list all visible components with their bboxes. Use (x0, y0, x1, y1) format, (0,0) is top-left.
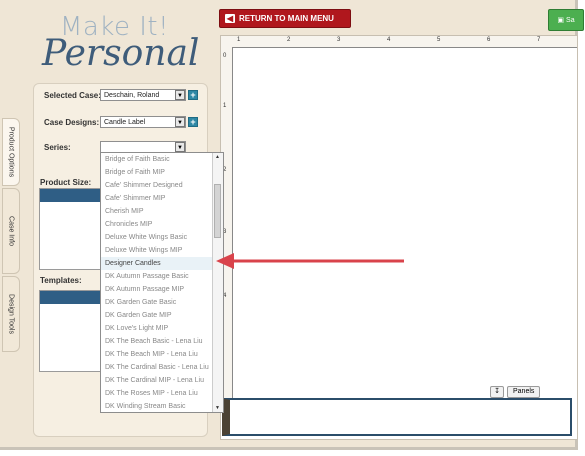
ruler-number: 1 (237, 37, 241, 43)
ruler-number: 7 (537, 37, 541, 43)
series-dropdown-list[interactable]: Bridge of Faith Basic Bridge of Faith MIP… (100, 152, 224, 413)
product-size-label: Product Size: (40, 178, 92, 187)
series-option[interactable]: DK Autumn Passage Basic (101, 270, 223, 283)
tab-label: Case Info (7, 216, 15, 246)
design-canvas[interactable]: 1 2 3 4 5 6 7 0 1 2 3 4 (220, 35, 578, 440)
tab-label: Product Options (7, 126, 15, 178)
series-option[interactable]: DK The Beach Basic - Lena Liu (101, 335, 223, 348)
series-dropdown-items: Bridge of Faith Basic Bridge of Faith MIP… (101, 153, 223, 412)
series-option[interactable]: Bridge of Faith MIP (101, 166, 223, 179)
product-size-list-header (40, 189, 100, 202)
scroll-down-icon[interactable]: ▼ (214, 404, 221, 412)
series-option[interactable]: Cafe' Shimmer MIP (101, 192, 223, 205)
dropdown-scrollbar[interactable]: ▲ ▼ (212, 153, 223, 412)
templates-list-header (40, 291, 100, 304)
series-option[interactable]: DK The Cardinal MIP - Lena Liu (101, 374, 223, 387)
save-icon: ▣ (557, 17, 565, 24)
series-option[interactable]: DK Garden Gate MIP (101, 309, 223, 322)
series-option[interactable]: DK Love's Light MIP (101, 322, 223, 335)
return-button-label: RETURN TO MAIN MENU (239, 14, 334, 23)
scroll-up-icon[interactable]: ▲ (214, 153, 221, 161)
save-button[interactable]: ▣ Sa (548, 9, 584, 31)
ruler-number: 4 (387, 37, 391, 43)
case-designs-label: Case Designs: (44, 118, 100, 127)
series-label: Series: (44, 143, 71, 152)
app-frame: Make It! Personal ◀ RETURN TO MAIN MENU … (0, 0, 584, 450)
tab-case-info[interactable]: Case Info (2, 188, 20, 274)
save-button-label: Sa (566, 16, 575, 24)
templates-label: Templates: (40, 276, 82, 285)
arrow-left-icon: ◀ (225, 14, 235, 23)
selected-case-label: Selected Case: (44, 91, 101, 100)
series-option[interactable]: Deluxe White Wings Basic (101, 231, 223, 244)
series-option[interactable]: DK Garden Gate Basic (101, 296, 223, 309)
ruler-number: 3 (337, 37, 341, 43)
series-option[interactable]: DK The Roses MIP - Lena Liu (101, 387, 223, 400)
series-option[interactable]: Chronicles MIP (101, 218, 223, 231)
tab-product-options[interactable]: Product Options (2, 118, 20, 186)
series-option[interactable]: Cafe' Shimmer Designed (101, 179, 223, 192)
ruler-number: 5 (437, 37, 441, 43)
series-option[interactable]: Deluxe White Wings MIP (101, 244, 223, 257)
panel-strip[interactable] (222, 398, 572, 436)
ruler-number: 2 (287, 37, 291, 43)
ruler-number: 1 (223, 103, 227, 109)
series-option[interactable]: Bridge of Faith Basic (101, 153, 223, 166)
panels-toolbar: ↧ Panels (490, 386, 541, 398)
series-option[interactable]: DK The Beach MIP - Lena Liu (101, 348, 223, 361)
product-size-list[interactable] (39, 188, 101, 270)
scroll-thumb[interactable] (214, 184, 221, 238)
chevron-down-icon[interactable]: ▼ (175, 142, 185, 152)
case-designs-select[interactable]: Candle Label (100, 116, 186, 128)
series-option[interactable]: DK Autumn Passage MIP (101, 283, 223, 296)
panels-button[interactable]: Panels (507, 386, 541, 398)
add-design-button[interactable]: + (188, 117, 198, 127)
chevron-down-icon[interactable]: ▼ (175, 90, 185, 100)
ruler-number: 0 (223, 53, 227, 59)
series-option[interactable]: DK Winding Stream Basic (101, 400, 223, 412)
templates-list[interactable] (39, 290, 101, 372)
series-option[interactable]: DK The Cardinal Basic - Lena Liu (101, 361, 223, 374)
tab-label: Design Tools (7, 294, 15, 334)
series-option[interactable]: Designer Candles (101, 257, 223, 270)
pointer-arrow-icon (216, 253, 404, 269)
return-to-main-menu-button[interactable]: ◀ RETURN TO MAIN MENU (219, 9, 351, 28)
ruler-number: 6 (487, 37, 491, 43)
add-case-button[interactable]: + (188, 90, 198, 100)
selected-case-select[interactable]: Deschain, Roland (100, 89, 186, 101)
ruler-top: 1 2 3 4 5 6 7 (221, 36, 577, 48)
logo-personal: Personal (42, 33, 200, 74)
chevron-down-icon[interactable]: ▼ (175, 117, 185, 127)
series-option[interactable]: Cherish MIP (101, 205, 223, 218)
chevron-double-down-icon[interactable]: ↧ (490, 386, 504, 398)
tab-design-tools[interactable]: Design Tools (2, 276, 20, 352)
